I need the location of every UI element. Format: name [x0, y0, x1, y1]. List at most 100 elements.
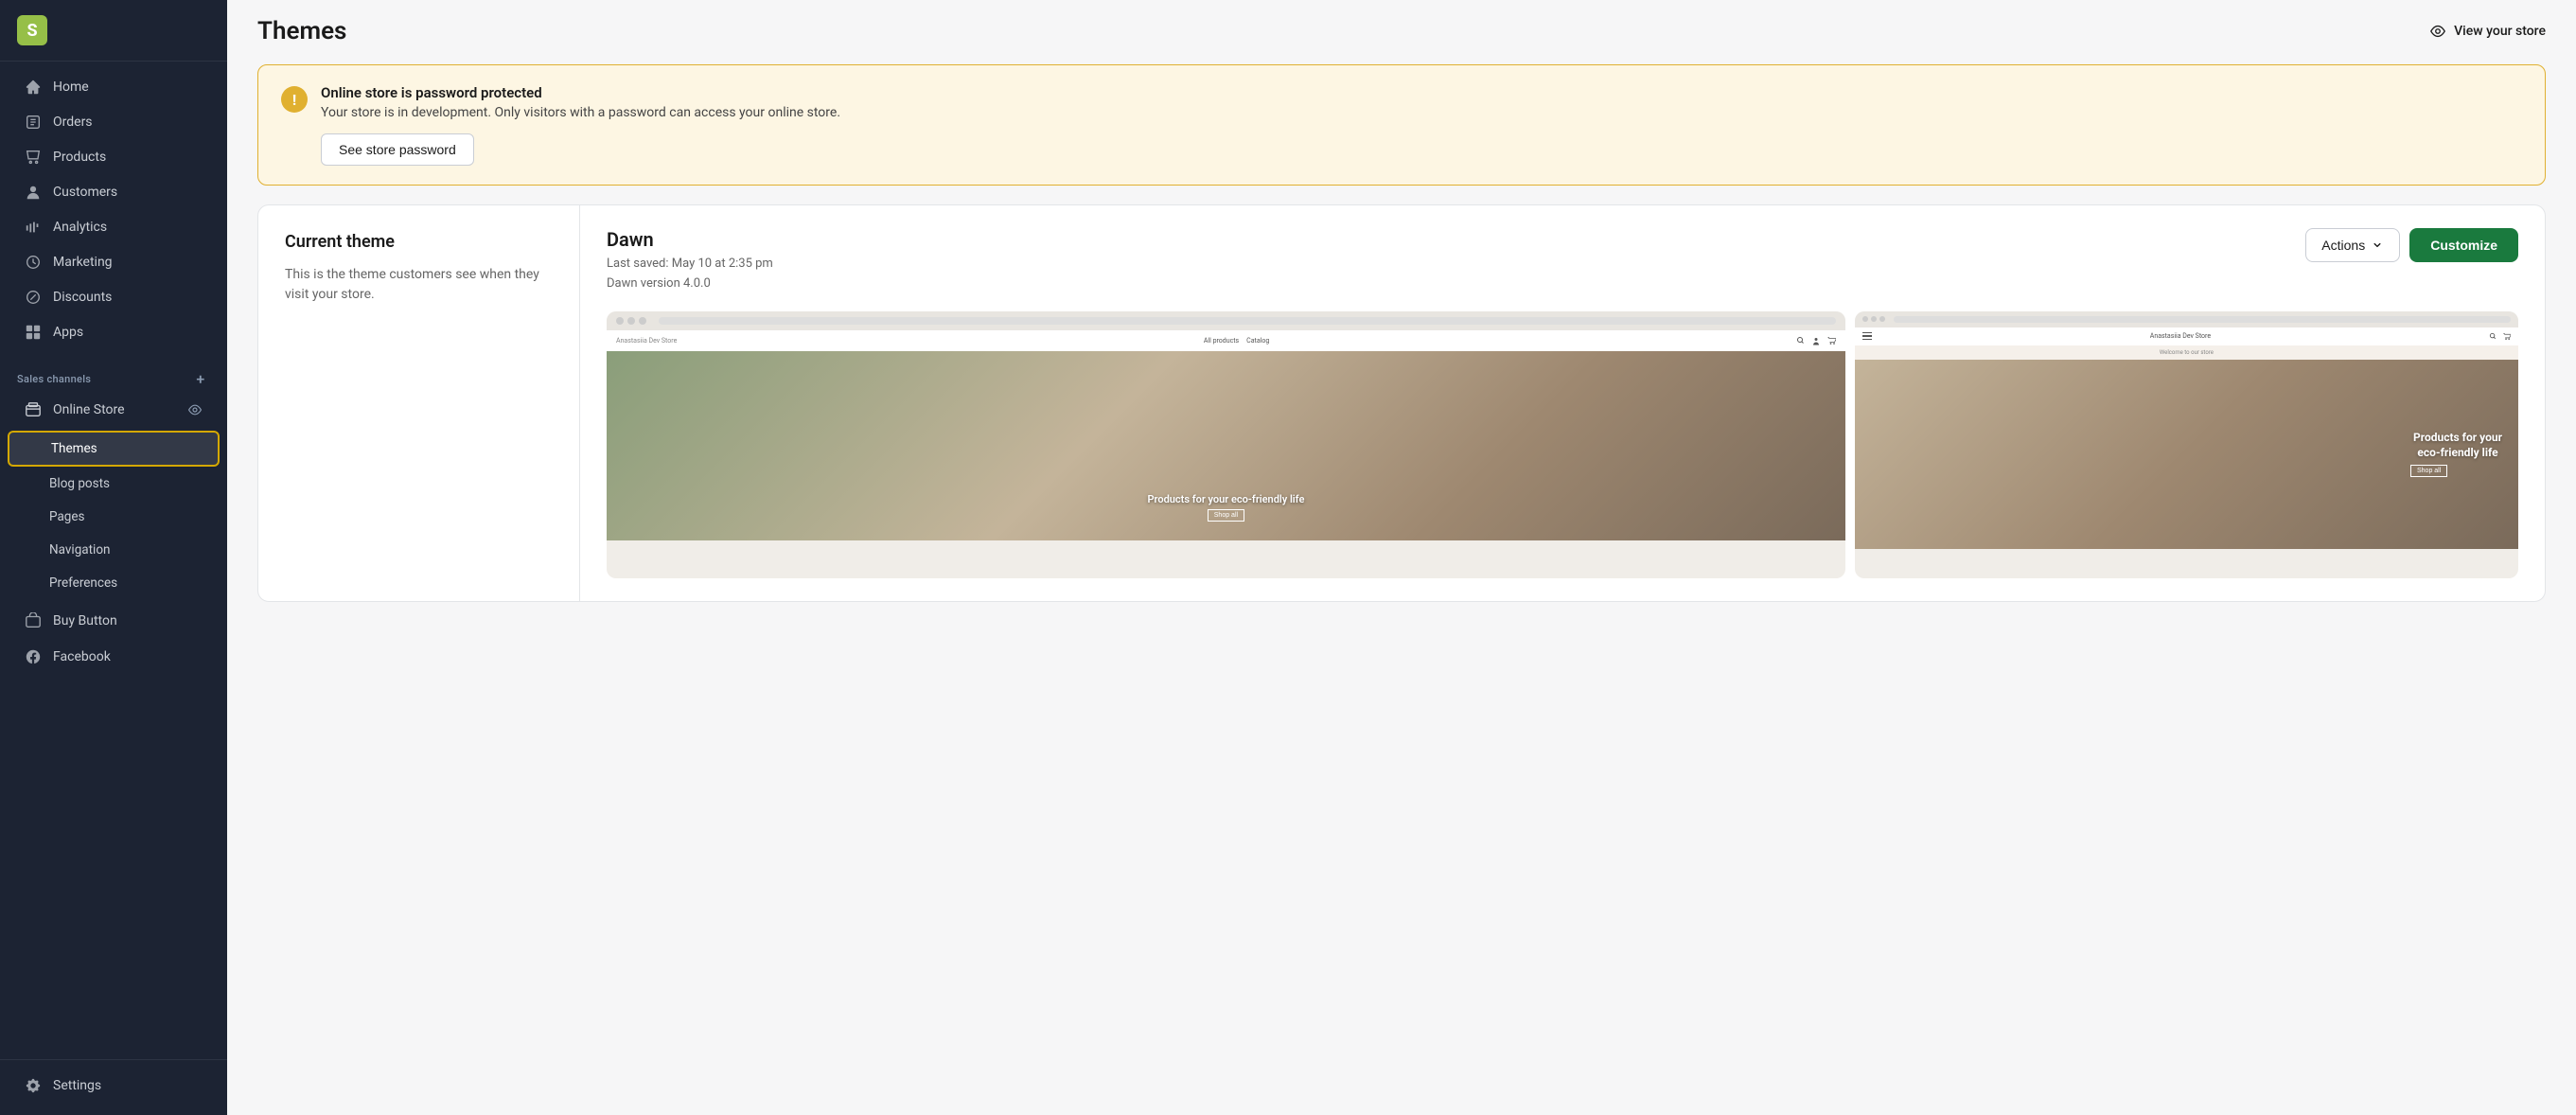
preview-search-icon: [1796, 336, 1806, 345]
sidebar-item-apps[interactable]: Apps: [8, 315, 220, 349]
chevron-down-icon: [2371, 239, 2384, 252]
browser-dot-3: [639, 317, 646, 325]
sales-channels-section: Sales channels +: [0, 358, 227, 392]
preview-store-name: Anastasiia Dev Store: [616, 337, 677, 345]
see-store-password-button[interactable]: See store password: [321, 133, 474, 166]
sidebar-item-products[interactable]: Products: [8, 140, 220, 174]
sidebar-item-discounts[interactable]: Discounts: [8, 280, 220, 314]
theme-last-saved: Last saved: May 10 at 2:35 pm: [607, 255, 773, 274]
alert-description: Your store is in development. Only visit…: [321, 105, 2522, 120]
main-nav: Home Orders Products Customers: [0, 62, 227, 358]
preview-account-icon: [1811, 336, 1821, 345]
add-sales-channel-icon[interactable]: +: [191, 369, 210, 388]
sidebar-item-facebook[interactable]: Facebook: [8, 640, 220, 674]
sales-channels-label: Sales channels: [17, 373, 91, 385]
sidebar-item-orders[interactable]: Orders: [8, 105, 220, 139]
sidebar-pages-label: Pages: [49, 509, 85, 524]
sidebar-item-products-label: Products: [53, 150, 106, 165]
mobile-welcome-text: Welcome to our store: [1855, 345, 2518, 360]
sidebar-themes-label: Themes: [51, 441, 97, 456]
customize-button[interactable]: Customize: [2409, 228, 2518, 262]
sidebar-item-customers-label: Customers: [53, 185, 117, 200]
password-alert-banner: ! Online store is password protected You…: [257, 64, 2546, 186]
browser-dot-2: [627, 317, 635, 325]
desktop-preview-shop-btn: Shop all: [1208, 509, 1244, 522]
sidebar-item-discounts-label: Discounts: [53, 290, 112, 305]
theme-right-panel: Dawn Last saved: May 10 at 2:35 pm Dawn …: [580, 205, 2545, 601]
actions-label: Actions: [2321, 238, 2365, 253]
main-content: Themes View your store ! Online store is…: [227, 0, 2576, 1115]
theme-version: Dawn version 4.0.0: [607, 274, 773, 294]
current-theme-label: Current theme: [285, 232, 553, 252]
sidebar-item-themes[interactable]: Themes: [8, 431, 220, 467]
sidebar-item-online-store[interactable]: Online Store: [8, 393, 220, 427]
customers-icon: [25, 184, 42, 201]
preview-nav-link-1: All products: [1204, 337, 1239, 345]
browser-dot-1: [616, 317, 624, 325]
browser-address-bar: [659, 317, 1836, 325]
sidebar-item-marketing-label: Marketing: [53, 255, 113, 270]
sidebar-preferences-label: Preferences: [49, 575, 117, 591]
orders-icon: [25, 114, 42, 131]
mobile-dot-2: [1871, 316, 1877, 322]
browser-bar: [607, 311, 1845, 330]
sidebar: S Home Orders Products: [0, 0, 227, 1115]
sidebar-item-blog-posts[interactable]: Blog posts: [8, 468, 220, 500]
products-icon: [25, 149, 42, 166]
apps-icon: [25, 324, 42, 341]
online-store-icon: [25, 401, 42, 418]
theme-info: Dawn Last saved: May 10 at 2:35 pm Dawn …: [607, 228, 773, 294]
mobile-nav-icons: [2489, 332, 2511, 341]
sidebar-item-home-label: Home: [53, 80, 89, 95]
mobile-search-icon: [2489, 332, 2497, 341]
online-store-label: Online Store: [53, 402, 125, 417]
sidebar-settings-label: Settings: [53, 1078, 101, 1093]
mobile-preview: Anastasiia Dev Store: [1855, 311, 2518, 578]
sidebar-navigation-label: Navigation: [49, 542, 110, 558]
desktop-preview-hero-text: Products for your eco-friendly life: [1147, 493, 1304, 505]
sidebar-item-analytics[interactable]: Analytics: [8, 210, 220, 244]
eye-view-icon: [2429, 23, 2446, 40]
theme-header: Dawn Last saved: May 10 at 2:35 pm Dawn …: [607, 228, 2518, 294]
sidebar-logo: S: [0, 0, 227, 62]
sidebar-item-apps-label: Apps: [53, 325, 83, 340]
shopify-logo-icon: S: [17, 15, 47, 45]
alert-content: Online store is password protected Your …: [321, 84, 2522, 166]
sidebar-item-preferences[interactable]: Preferences: [8, 567, 220, 599]
sidebar-item-orders-label: Orders: [53, 115, 93, 130]
view-store-button[interactable]: View your store: [2429, 23, 2546, 40]
mobile-store-name: Anastasiia Dev Store: [2150, 332, 2211, 340]
buy-button-icon: [25, 612, 42, 629]
theme-section: Current theme This is the theme customer…: [257, 204, 2546, 602]
sidebar-item-customers[interactable]: Customers: [8, 175, 220, 209]
theme-name: Dawn: [607, 228, 773, 251]
mobile-dot-1: [1862, 316, 1868, 322]
mobile-preview-hero: Products for your eco-friendly life Shop…: [1855, 360, 2518, 549]
sidebar-item-buy-button[interactable]: Buy Button: [8, 604, 220, 638]
actions-button[interactable]: Actions: [2305, 228, 2400, 262]
sidebar-item-settings[interactable]: Settings: [8, 1069, 220, 1103]
view-store-label: View your store: [2454, 24, 2546, 39]
mobile-hero-title: Products for your eco-friendly life: [2410, 431, 2505, 460]
desktop-preview-nav: Anastasiia Dev Store All products Catalo…: [607, 330, 1845, 351]
desktop-preview-hero: Products for your eco-friendly life Shop…: [607, 351, 1845, 540]
eye-icon: [187, 402, 203, 417]
sidebar-bottom: Settings: [0, 1059, 227, 1115]
mobile-address-bar: [1894, 316, 2511, 323]
page-title: Themes: [257, 17, 346, 45]
home-icon: [25, 79, 42, 96]
alert-warning-icon: !: [281, 86, 308, 113]
sidebar-item-home[interactable]: Home: [8, 70, 220, 104]
settings-icon: [25, 1077, 42, 1094]
mobile-cart-icon: [2502, 332, 2511, 341]
desktop-preview: Anastasiia Dev Store All products Catalo…: [607, 311, 1845, 578]
marketing-icon: [25, 254, 42, 271]
theme-preview: Anastasiia Dev Store All products Catalo…: [607, 311, 2518, 578]
current-theme-description: This is the theme customers see when the…: [285, 265, 553, 305]
sidebar-item-pages[interactable]: Pages: [8, 501, 220, 533]
sidebar-item-navigation[interactable]: Navigation: [8, 534, 220, 566]
preview-nav-links: All products Catalog: [1204, 337, 1269, 345]
preview-nav-link-2: Catalog: [1246, 337, 1269, 345]
hamburger-icon: [1862, 332, 1872, 341]
sidebar-item-marketing[interactable]: Marketing: [8, 245, 220, 279]
